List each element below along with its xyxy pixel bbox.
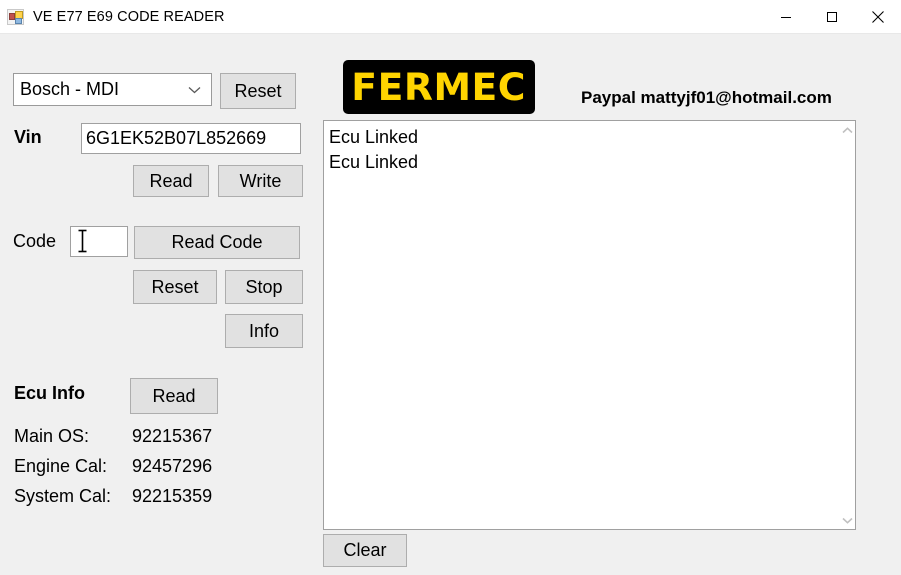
- log-lines: Ecu Linked Ecu Linked: [329, 125, 835, 175]
- minimize-button[interactable]: [763, 0, 809, 33]
- read-vin-button[interactable]: Read: [133, 165, 209, 197]
- ecu-info-key: System Cal:: [14, 486, 112, 506]
- reset-code-button[interactable]: Reset: [133, 270, 217, 304]
- stop-button[interactable]: Stop: [225, 270, 303, 304]
- log-output[interactable]: Ecu Linked Ecu Linked: [323, 120, 856, 530]
- code-input[interactable]: [70, 226, 128, 257]
- log-line: Ecu Linked: [329, 152, 419, 172]
- interface-select[interactable]: Bosch - MDI: [13, 73, 212, 106]
- clear-log-button[interactable]: Clear: [323, 534, 407, 567]
- minimize-icon: [781, 16, 791, 18]
- chevron-up-icon: [841, 126, 853, 133]
- paypal-text: Paypal mattyjf01@hotmail.com: [581, 88, 832, 107]
- close-icon: [872, 10, 884, 23]
- scroll-up-button[interactable]: [838, 121, 855, 139]
- maximize-button[interactable]: [809, 0, 855, 33]
- ecu-info-value: 92457296: [132, 456, 213, 476]
- log-line: Ecu Linked: [329, 127, 419, 147]
- vin-input-value: 6G1EK52B07L852669: [86, 128, 267, 148]
- read-ecu-info-button[interactable]: Read: [130, 378, 218, 414]
- title-bar: VE E77 E69 CODE READER: [0, 0, 901, 34]
- log-scrollbar[interactable]: [837, 121, 855, 529]
- reset-interface-button[interactable]: Reset: [220, 73, 296, 109]
- vin-input[interactable]: 6G1EK52B07L852669: [81, 123, 301, 154]
- maximize-icon: [827, 11, 837, 22]
- window-title: VE E77 E69 CODE READER: [33, 8, 225, 25]
- read-code-button[interactable]: Read Code: [134, 226, 300, 259]
- ecu-info-value: 92215367: [132, 426, 213, 446]
- write-vin-button[interactable]: Write: [218, 165, 303, 197]
- ecu-info-key: Main OS:: [14, 426, 90, 446]
- vin-label: Vin: [14, 127, 42, 147]
- fermec-logo-text: FERMEC: [351, 65, 527, 109]
- ecu-info-key: Engine Cal:: [14, 456, 108, 476]
- info-button[interactable]: Info: [225, 314, 303, 348]
- chevron-down-icon: [188, 85, 201, 94]
- interface-select-value: Bosch - MDI: [20, 79, 120, 99]
- ecu-info-heading: Ecu Info: [14, 383, 85, 403]
- close-button[interactable]: [855, 0, 901, 33]
- chevron-down-icon: [841, 517, 853, 524]
- ecu-info-value: 92215359: [132, 486, 213, 506]
- window-controls: [763, 0, 901, 33]
- fermec-logo: FERMEC: [343, 60, 535, 114]
- code-label: Code: [13, 231, 57, 251]
- scroll-down-button[interactable]: [838, 511, 855, 529]
- app-window-icon: [7, 8, 24, 25]
